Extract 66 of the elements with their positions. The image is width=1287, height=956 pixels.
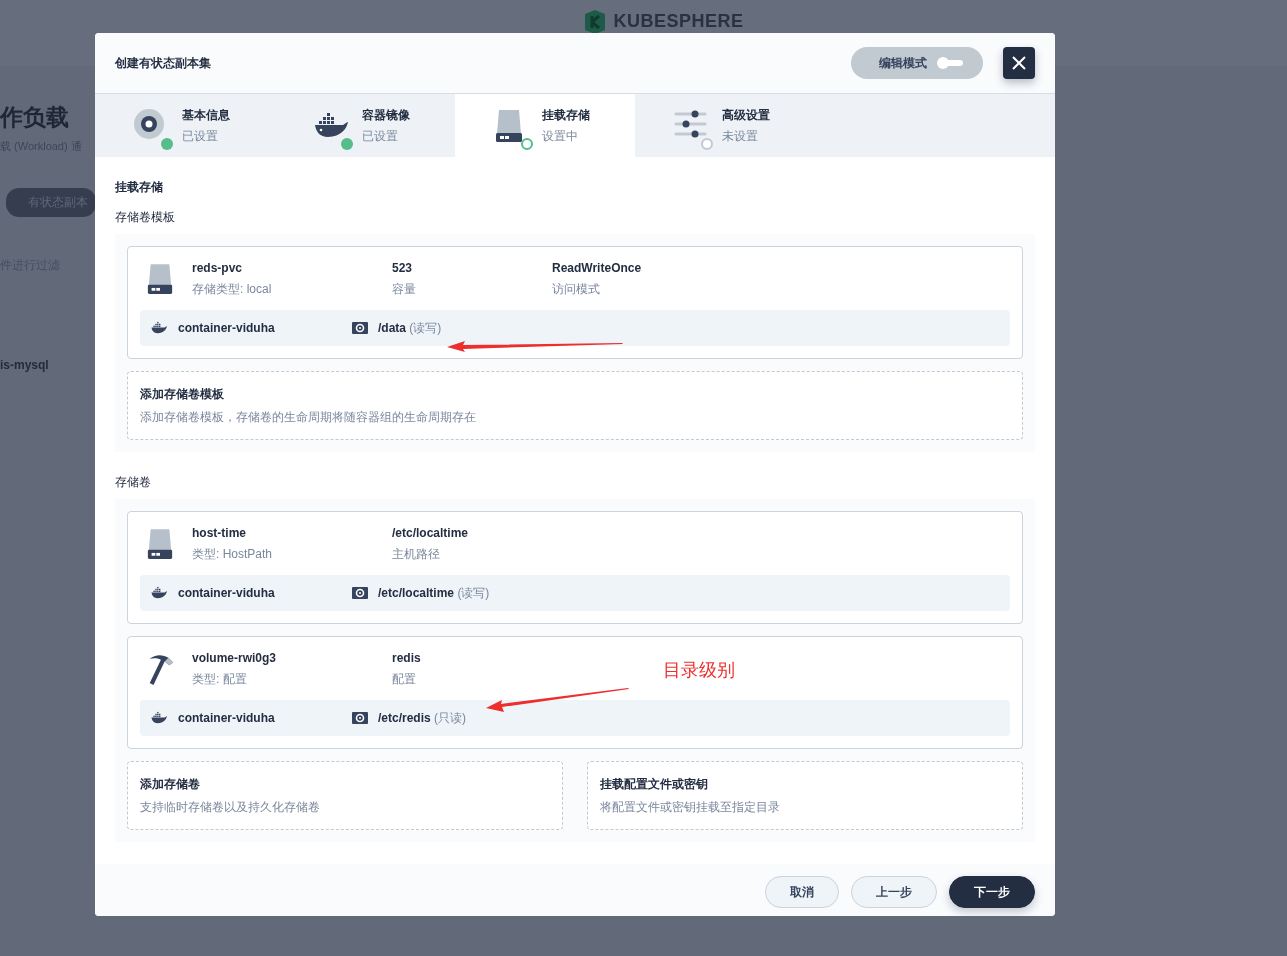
section-title: 挂载存储 [115, 179, 163, 196]
workload-name: is-mysql [0, 358, 49, 372]
page-heading: 作负载 [0, 103, 69, 132]
step-tab[interactable]: 挂载存储 设置中 [455, 94, 635, 157]
volume-type: 类型: HostPath [192, 546, 274, 563]
disk-icon [146, 527, 174, 562]
mount-point-icon [352, 321, 368, 335]
close-icon [1011, 55, 1027, 71]
add-card[interactable]: 挂载配置文件或密钥 将配置文件或密钥挂载至指定目录 [587, 761, 1023, 830]
volume-card[interactable]: reds-pvc 存储类型: local 523 容量 ReadWriteOnce 访问模式 container-viduha /data (读写) [127, 246, 1023, 359]
mount-point-icon [352, 586, 368, 600]
mount-point-icon [352, 711, 368, 725]
footer-button[interactable]: 取消 [765, 876, 839, 908]
close-button[interactable] [1003, 47, 1035, 79]
add-card-title: 挂载配置文件或密钥 [600, 776, 709, 793]
step-status: 已设置 [182, 127, 219, 145]
field-label: 容量 [392, 281, 417, 298]
field-value: ReadWriteOnce [552, 261, 643, 275]
volume-type: 类型: 配置 [192, 671, 248, 688]
add-card-description: 将配置文件或密钥挂载至指定目录 [600, 799, 781, 816]
field-label: 访问模式 [552, 281, 601, 298]
add-card-description: 添加存储卷模板，存储卷的生命周期将随容器组的生命周期存在 [140, 409, 477, 426]
dialog-title: 创建有状态副本集 [115, 54, 211, 72]
logo-icon [583, 10, 608, 34]
annotation-text: 目录级别 [663, 659, 735, 682]
group-title: 存储卷模板 [115, 209, 175, 226]
disk-icon [146, 262, 174, 297]
step-title: 容器镜像 [362, 106, 410, 124]
whale-icon [150, 711, 168, 725]
add-card[interactable]: 添加存储卷 支持临时存储卷以及持久化存储卷 [127, 761, 563, 830]
step-status: 已设置 [362, 127, 399, 145]
add-card-title: 添加存储卷 [140, 776, 201, 793]
volume-name: reds-pvc [192, 261, 244, 275]
mount-path: /data (读写) [378, 319, 442, 337]
field-label: 配置 [392, 671, 417, 688]
step-tab[interactable]: 基本信息 已设置 [95, 94, 275, 157]
add-card-title: 添加存储卷模板 [140, 386, 225, 403]
step-tab[interactable]: 容器镜像 已设置 [275, 94, 455, 157]
logo-text: KUBESPHERE [613, 10, 744, 32]
field-label: 主机路径 [392, 546, 441, 563]
field-value: 523 [392, 261, 414, 275]
add-card-description: 支持临时存储卷以及持久化存储卷 [140, 799, 321, 816]
step-title: 挂载存储 [542, 106, 590, 124]
field-value: /etc/localtime [392, 526, 470, 540]
volume-type: 存储类型: local [192, 281, 273, 298]
whale-icon [150, 586, 168, 600]
volume-name: host-time [192, 526, 247, 540]
add-card[interactable]: 添加存储卷模板 添加存储卷模板，存储卷的生命周期将随容器组的生命周期存在 [127, 371, 1023, 440]
whale-icon [150, 321, 168, 335]
step-title: 高级设置 [722, 106, 770, 124]
container-name: container-viduha [178, 321, 276, 335]
container-name: container-viduha [178, 711, 276, 725]
footer-button[interactable]: 下一步 [949, 876, 1035, 908]
step-title: 基本信息 [182, 106, 230, 124]
edit-mode-toggle[interactable]: 编辑模式 [851, 47, 983, 79]
step-status: 未设置 [722, 127, 759, 145]
footer-button[interactable]: 上一步 [851, 876, 937, 908]
step-status: 设置中 [542, 127, 579, 145]
volume-card[interactable]: host-time 类型: HostPath /etc/localtime 主机路径 container-viduha /etc/localtime (读写) [127, 511, 1023, 624]
step-tab[interactable]: 高级设置 未设置 [635, 94, 815, 157]
container-name: container-viduha [178, 586, 276, 600]
volume-name: volume-rwi0g3 [192, 651, 278, 665]
group-title: 存储卷 [115, 474, 151, 491]
field-value: redis [392, 651, 422, 665]
mount-path: /etc/redis (只读) [378, 709, 467, 727]
mount-path: /etc/localtime (读写) [378, 584, 490, 602]
